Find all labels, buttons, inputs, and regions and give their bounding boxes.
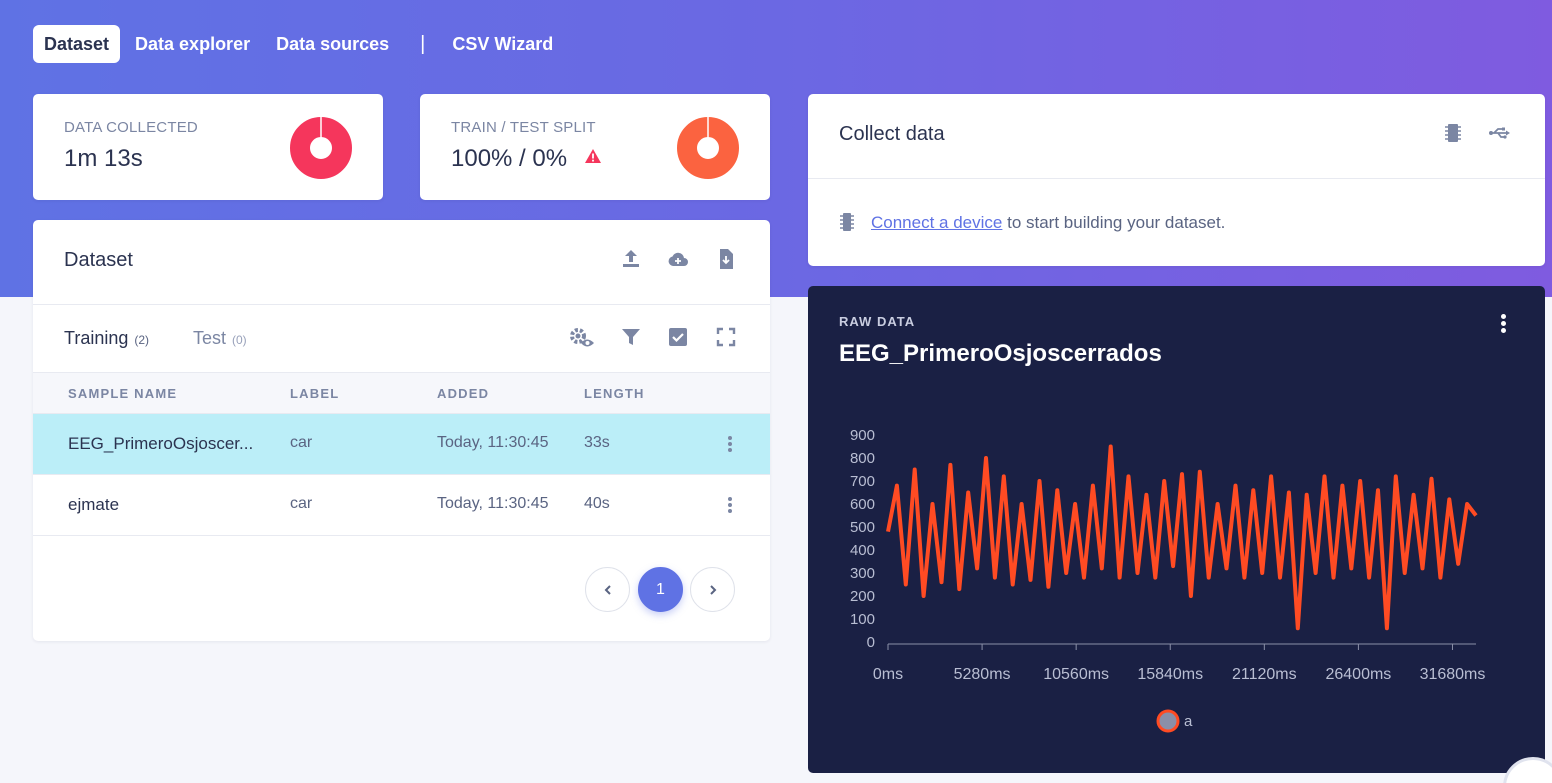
sample-length: 40s	[584, 495, 610, 512]
data-collected-label: DATA COLLECTED	[64, 119, 198, 136]
connect-device-link[interactable]: Connect a device	[871, 213, 1002, 232]
train-test-split-donut	[677, 117, 739, 179]
chevron-left-icon	[604, 584, 611, 595]
x-tick-label: 26400ms	[1325, 666, 1391, 683]
y-tick-label: 800	[850, 450, 875, 467]
tab-data-explorer[interactable]: Data explorer	[124, 25, 261, 63]
sample-name: ejmate	[68, 495, 120, 514]
page-button-current[interactable]: 1	[638, 567, 683, 612]
raw-data-card: RAW DATA EEG_PrimeroOsjoscerrados 900 800…	[808, 286, 1545, 773]
next-page-button[interactable]	[690, 567, 735, 612]
x-tick-label: 21120ms	[1232, 666, 1297, 683]
dataset-title: Dataset	[64, 249, 133, 271]
train-test-split-label: TRAIN / TEST SPLIT	[451, 119, 596, 136]
y-tick-label: 700	[850, 473, 875, 490]
collect-divider	[808, 178, 1545, 179]
upload-icon[interactable]	[619, 247, 643, 271]
chip-icon[interactable]	[1441, 121, 1465, 145]
collect-message-text: to start building your dataset.	[1002, 213, 1226, 232]
legend-marker[interactable]	[1156, 709, 1180, 733]
train-test-split-value: 100% / 0%	[451, 145, 568, 172]
y-tick-label: 0	[867, 634, 875, 651]
column-sample-name[interactable]: SAMPLE NAME	[68, 386, 177, 401]
y-tick-label: 900	[850, 427, 875, 444]
table-row[interactable]: ejmate car Today, 11:30:45 40s	[33, 475, 770, 536]
tab-training-count: (2)	[134, 333, 150, 347]
table-row[interactable]: EEG_PrimeroOsjoscer... car Today, 11:30:…	[33, 414, 770, 475]
sample-label: car	[290, 495, 313, 512]
data-collected-donut	[290, 117, 352, 179]
tab-dataset[interactable]: Dataset	[33, 25, 121, 63]
column-label[interactable]: LABEL	[290, 386, 339, 401]
dataset-card: Dataset Training (2) Test (0) SAMPLE NAME …	[33, 220, 770, 641]
file-download-icon[interactable]	[714, 247, 738, 271]
usb-icon[interactable]	[1487, 121, 1511, 145]
tab-csv-wizard[interactable]: CSV Wizard	[441, 25, 564, 63]
fullscreen-icon[interactable]	[714, 325, 738, 349]
sample-added: Today, 11:30:45	[437, 495, 549, 512]
sample-label: car	[290, 434, 313, 451]
y-tick-label: 400	[850, 542, 875, 559]
checkbox-icon[interactable]	[666, 325, 690, 349]
collect-data-card: Collect data Connect a device to start b…	[808, 94, 1545, 266]
tab-test[interactable]: Test (0)	[193, 328, 247, 349]
sample-name: EEG_PrimeroOsjoscer...	[68, 434, 254, 453]
tab-test-label: Test	[193, 328, 227, 348]
train-test-split-value-wrap: 100% / 0%	[451, 145, 602, 173]
raw-data-chart: 900 800 700 600 500 400 300 200 100 0 0ms 5280ms 105…	[850, 427, 1486, 733]
dataset-divider	[33, 304, 770, 305]
sample-added: Today, 11:30:45	[437, 434, 549, 451]
row-menu-icon[interactable]	[728, 497, 732, 515]
collect-data-title: Collect data	[839, 123, 945, 145]
collect-message: Connect a device to start building your …	[871, 213, 1225, 233]
x-tick-label: 10560ms	[1043, 666, 1109, 683]
settings-eye-icon[interactable]	[567, 325, 597, 349]
y-tick-label: 300	[850, 565, 875, 582]
tab-training-label: Training	[64, 328, 129, 348]
legend-label[interactable]: a	[1184, 713, 1193, 730]
y-tick-label: 200	[850, 588, 875, 605]
tab-data-sources[interactable]: Data sources	[265, 25, 400, 63]
nav-separator: |	[420, 33, 426, 55]
y-tick-label: 500	[850, 519, 875, 536]
x-tick-label: 0ms	[873, 666, 903, 683]
column-added[interactable]: ADDED	[437, 386, 489, 401]
warning-icon[interactable]	[584, 148, 602, 164]
top-nav: Dataset Data explorer Data sources | CSV…	[33, 25, 568, 63]
chip-icon	[840, 213, 854, 231]
x-tick-label: 15840ms	[1137, 666, 1203, 683]
data-collected-value: 1m 13s	[64, 145, 143, 172]
tab-test-count: (0)	[232, 333, 247, 347]
data-collected-card: DATA COLLECTED 1m 13s	[33, 94, 383, 200]
x-tick-label: 5280ms	[954, 666, 1011, 683]
y-tick-label: 600	[850, 496, 875, 513]
table-header: SAMPLE NAME LABEL ADDED LENGTH	[33, 372, 770, 414]
row-menu-icon[interactable]	[728, 436, 732, 454]
column-length[interactable]: LENGTH	[584, 386, 645, 401]
sample-length: 33s	[584, 434, 610, 451]
tab-training[interactable]: Training (2)	[64, 328, 149, 349]
train-test-split-card: TRAIN / TEST SPLIT 100% / 0%	[420, 94, 770, 200]
y-tick-label: 100	[850, 611, 875, 628]
chevron-right-icon	[709, 584, 716, 595]
x-tick-label: 31680ms	[1420, 666, 1486, 683]
series-line	[886, 444, 1478, 631]
filter-icon[interactable]	[619, 325, 643, 349]
cloud-add-icon[interactable]	[666, 247, 690, 271]
prev-page-button[interactable]	[585, 567, 630, 612]
